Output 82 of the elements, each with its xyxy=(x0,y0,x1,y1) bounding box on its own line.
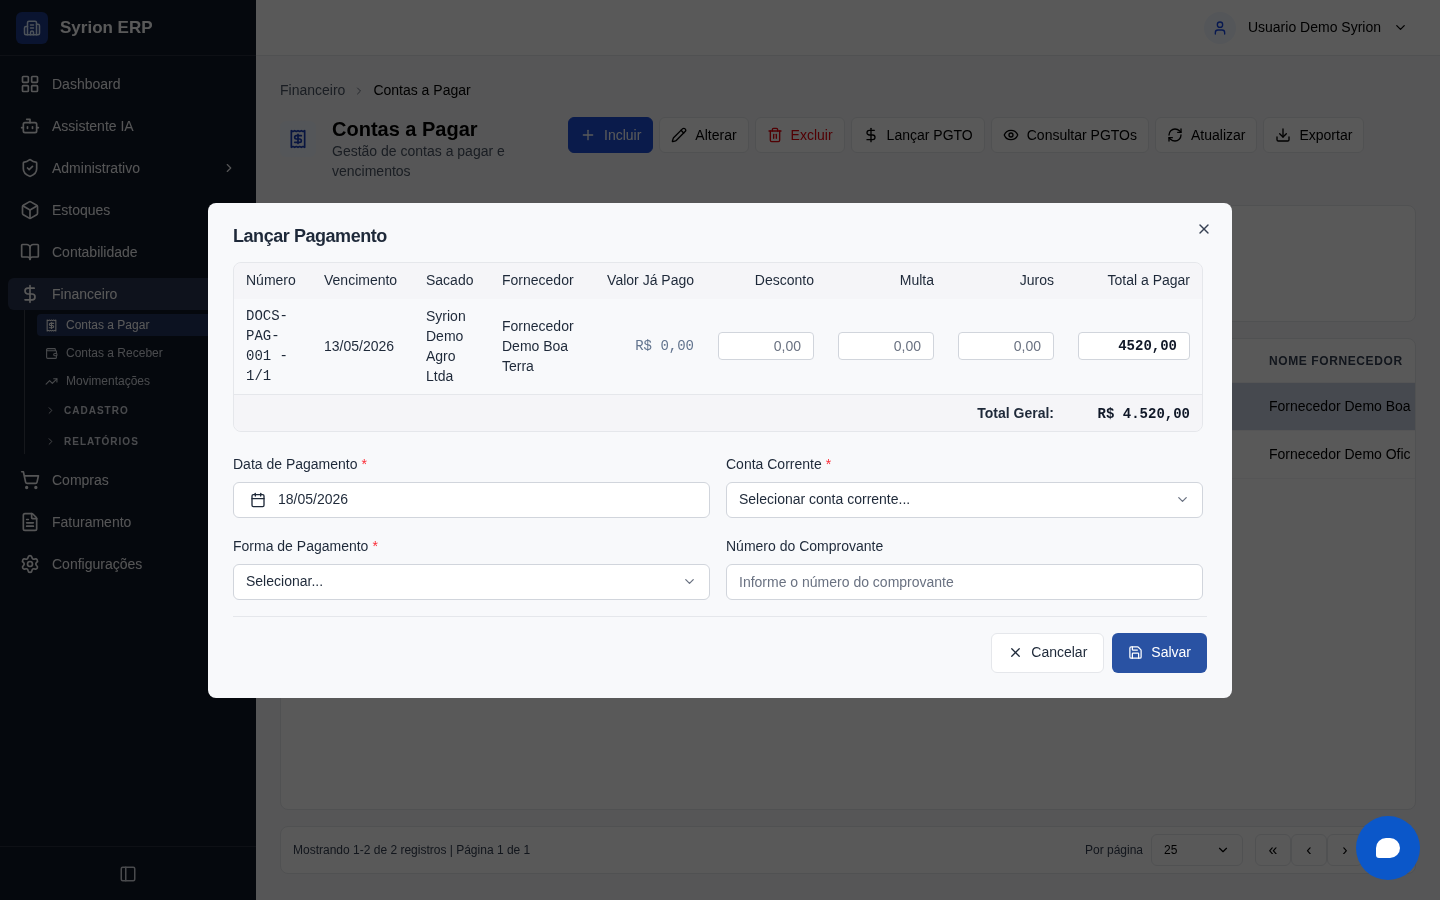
chat-bubble-icon xyxy=(1376,838,1400,858)
sidebar-item[interactable]: Dashboard xyxy=(8,68,248,100)
column-header: Juros xyxy=(946,262,1066,299)
column-header: Vencimento xyxy=(312,262,414,299)
amount-field[interactable]: 0,00 xyxy=(838,332,934,361)
required-mark: * xyxy=(825,454,832,474)
total-label: Total Geral: xyxy=(977,404,1054,421)
table-cell-text: Fornecedor Demo Boa Terra xyxy=(502,317,575,377)
robot-icon xyxy=(20,116,40,136)
amount-field[interactable]: 0,00 xyxy=(718,332,814,361)
refresh-icon xyxy=(1166,127,1183,143)
amount-field[interactable]: 0,00 xyxy=(958,332,1054,361)
book-icon xyxy=(20,242,40,262)
field-label: Número do Comprovante xyxy=(726,536,884,556)
brand-name: Syrion ERP xyxy=(60,16,153,39)
sidebar-subitem[interactable]: Contas a Receber xyxy=(37,342,248,364)
toolbar-button[interactable]: Incluir xyxy=(568,117,654,153)
logo-icon xyxy=(16,11,48,44)
toolbar-button[interactable]: Exportar xyxy=(1263,117,1365,153)
required-mark: * xyxy=(372,536,378,556)
document-icon xyxy=(20,512,40,532)
toolbar-button[interactable]: Atualizar xyxy=(1154,117,1258,153)
column-header: Desconto xyxy=(706,262,826,299)
save-button[interactable]: Salvar xyxy=(1112,632,1207,673)
per-page-select[interactable]: 25 xyxy=(1151,834,1243,866)
dialog-title: Lançar Pagamento xyxy=(233,224,387,248)
per-page-label: Por página xyxy=(1084,842,1143,859)
sidebar-item[interactable]: Assistente IA xyxy=(8,110,248,142)
toolbar-button[interactable]: Consultar PGTOs xyxy=(990,117,1149,153)
trash-icon xyxy=(766,127,783,143)
sidebar-subitem[interactable]: Movimentações xyxy=(37,370,248,392)
sidebar-item[interactable]: Estoques xyxy=(8,194,248,226)
column-header: Multa xyxy=(826,262,946,299)
document-number: DOCS-PAG-001 - 1/1 xyxy=(246,307,289,387)
toolbar-button[interactable]: Excluir xyxy=(754,117,845,153)
box-icon xyxy=(20,200,40,220)
page-button[interactable]: « xyxy=(1255,834,1291,866)
table-cell-text: Syrion Demo Agro Ltda xyxy=(426,307,467,387)
column-header: Total a Pagar xyxy=(1066,262,1202,299)
column-header: Valor Já Pago xyxy=(590,262,706,299)
user-menu[interactable]: Usuario Demo Syrion xyxy=(1203,11,1408,44)
grid-icon xyxy=(20,74,40,94)
page-title: Contas a Pagar xyxy=(332,117,479,141)
eye-icon xyxy=(1002,127,1019,143)
table-cell-text: Fornecedor Demo Ofic xyxy=(1269,445,1411,464)
toolbar-button[interactable]: Alterar xyxy=(659,117,749,153)
breadcrumb-item: Contas a Pagar xyxy=(373,81,471,100)
shield-icon xyxy=(20,158,40,178)
required-mark: * xyxy=(361,454,367,474)
save-icon xyxy=(1128,645,1144,660)
settings-icon xyxy=(20,554,40,574)
pagination-summary: Mostrando 1-2 de 2 registros | Página 1 de 1 xyxy=(293,842,532,859)
receipt-number-field[interactable]: Informe o número do comprovante xyxy=(726,563,1203,600)
column-header: Sacado xyxy=(414,262,490,299)
column-header: Fornecedor xyxy=(490,262,590,299)
sidebar-section[interactable]: RELATÓRIOS xyxy=(37,429,248,454)
pencil-icon xyxy=(671,127,688,143)
table-cell-text: 13/05/2026 xyxy=(324,337,396,357)
calendar-icon xyxy=(250,491,266,508)
column-header: NOME FORNECEDOR xyxy=(1269,352,1403,370)
select-field[interactable]: Selecionar... xyxy=(233,563,710,600)
sidebar-item[interactable]: Administrativo xyxy=(8,152,248,184)
paid-amount: R$ 0,00 xyxy=(634,336,694,356)
download-icon xyxy=(1275,127,1292,143)
wallet-icon xyxy=(45,346,58,360)
field-label: Conta Corrente xyxy=(726,454,822,474)
select-field[interactable]: Selecionar conta corrente... xyxy=(726,481,1203,518)
cart-icon xyxy=(20,470,40,490)
field-label: Data de Pagamento xyxy=(233,454,358,474)
total-field[interactable]: 4520,00 xyxy=(1078,332,1190,361)
cancel-button[interactable]: Cancelar xyxy=(991,632,1105,673)
page-button[interactable]: ‹ xyxy=(1291,834,1327,866)
total-amount: R$ 4.520,00 xyxy=(1097,405,1190,422)
receipt-icon xyxy=(45,318,58,332)
date-field[interactable]: 18/05/2026 xyxy=(233,481,710,518)
page-subtitle: Gestão de contas a pagar e vencimentos xyxy=(332,142,506,181)
plus-icon xyxy=(580,127,596,143)
table-cell-text: Fornecedor Demo Boa xyxy=(1269,397,1411,416)
sidebar-section[interactable]: CADASTRO xyxy=(37,398,248,423)
breadcrumb-item[interactable]: Financeiro xyxy=(280,80,346,101)
toolbar-button[interactable]: Lançar PGTO xyxy=(850,117,985,153)
field-label: Forma de Pagamento xyxy=(233,536,369,556)
